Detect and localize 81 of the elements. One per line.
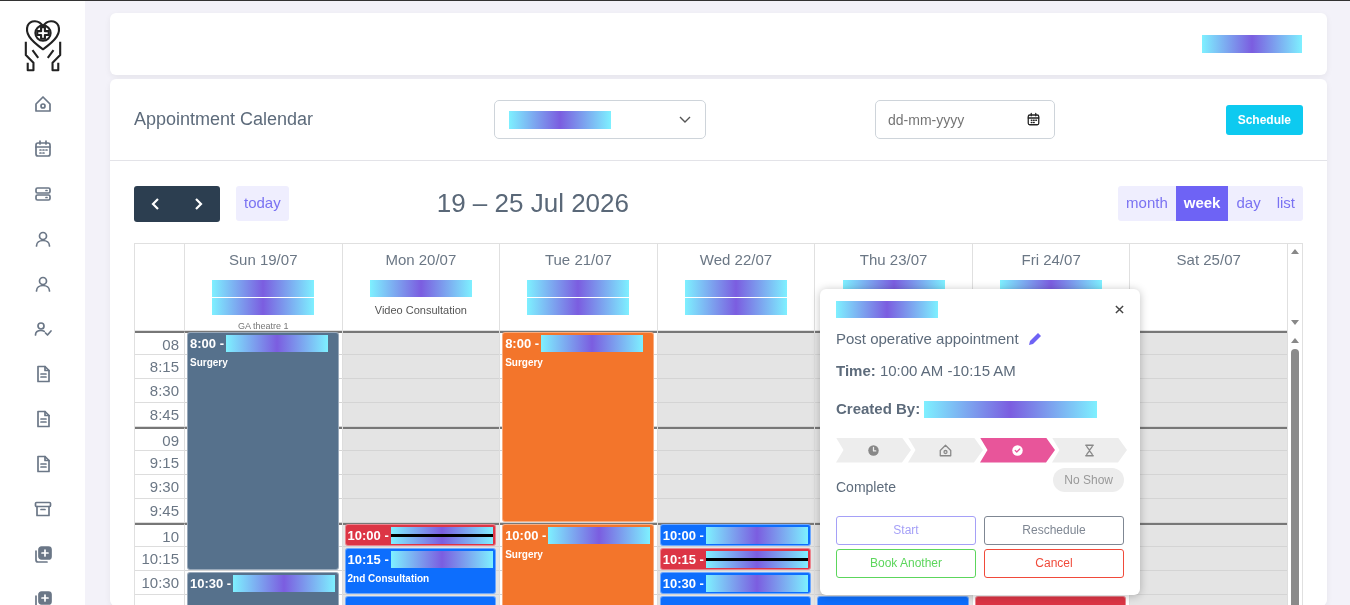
appointment-event[interactable]: 10:00 - Surgery [502,524,654,605]
view-tab[interactable]: month [1118,186,1176,221]
time-label: 09 [135,427,185,451]
event-type: Surgery [505,547,544,562]
filter-select[interactable] [494,100,706,139]
calendar-icon[interactable] [1026,112,1041,127]
view-tab[interactable]: day [1228,186,1269,221]
appointment-event[interactable]: 10:30 - [659,572,812,594]
time-label: 8:15 [135,355,185,379]
appointment-event[interactable]: 10:30 - [187,572,339,605]
appointment-event[interactable]: 10:00 - [344,524,497,546]
home-icon[interactable] [32,94,53,114]
status-step[interactable] [836,437,911,463]
time-label: 10:30 [135,571,185,595]
view-tab[interactable]: list [1268,186,1303,221]
view-tab[interactable]: week [1175,186,1229,221]
appointment-event[interactable]: 8:00 - Surgery [187,332,339,570]
day-header: Fri 24/07 [1021,250,1081,270]
time-label: 9:15 [135,451,185,475]
page-title: Appointment Calendar [134,108,315,131]
day-header: Wed 22/07 [699,250,773,270]
event-type: 2nd Consultation [347,571,431,586]
chevron-right-icon [193,197,204,212]
hourglass-icon [1082,442,1097,458]
pencil-icon[interactable] [1026,331,1043,348]
event-time: 8:00 - [505,335,540,353]
appointment-event[interactable]: 8:00 - Surgery [502,332,654,522]
created-by-label: Created By: [836,399,921,419]
appointment-event[interactable]: 10:00 - [659,524,812,546]
day-header: Tue 21/07 [544,250,612,270]
book-button[interactable]: Book Another [836,548,976,578]
event-time: 10:15 - [662,551,704,569]
chevron-down-icon [679,115,691,124]
status-step[interactable] [908,437,983,463]
date-field[interactable]: dd-mm-yyyy [875,100,1055,139]
event-time: 10:30 - [190,575,232,593]
user-check-icon[interactable] [32,319,53,339]
appointment-time: Time: 10:00 AM -10:15 AM [836,360,1017,381]
time-label: 9:30 [135,475,185,499]
time-label: 9:45 [135,499,185,523]
event-time: 8:00 - [190,335,224,353]
copy-plus-icon[interactable] [32,589,53,605]
archive-icon[interactable] [32,499,53,519]
time-label: 10 [135,523,185,547]
event-time: 10:00 - [505,527,547,545]
time-label: 10:15 [135,547,185,571]
status-step[interactable] [1052,437,1127,463]
event-time: 10:30 - [662,575,704,593]
appointment-type: Post operative appointment [836,329,1019,349]
start-button[interactable]: Start [836,515,976,545]
schedule-button[interactable]: Schedule [1225,104,1303,135]
day-header: Sun 19/07 [229,250,298,270]
close-icon[interactable] [1115,305,1124,314]
time-label: 8:30 [135,379,185,403]
resource-label: Video Consultation [374,302,467,318]
event-time: 10:00 - [347,527,389,545]
event-type: Surgery [190,355,229,370]
status-label: Complete [836,477,896,497]
day-header: Sat 25/07 [1176,250,1241,270]
no-show-button[interactable]: No Show [1053,467,1124,492]
status-step[interactable] [980,437,1055,463]
chevron-left-icon [150,197,161,212]
check-circle-icon [1010,442,1025,458]
appointment-event[interactable]: 10:15 - 2nd Consultation [344,548,497,594]
time-label: 08 [135,331,185,355]
resource-label: GA theatre 1 [238,319,289,333]
clock-icon [866,442,881,458]
day-header: Mon 20/07 [385,250,457,270]
date-range: 19 – 25 Jul 2026 [436,187,629,220]
home-icon [938,442,953,458]
event-type: Surgery [505,355,544,370]
appointment-event[interactable]: 10:15 - [659,548,812,570]
cancel-button[interactable]: Cancel [984,548,1124,578]
event-time: 10:15 - [347,551,389,569]
reschedule-button[interactable]: Reschedule [984,515,1124,545]
time-label: 8:45 [135,403,185,427]
event-time: 10:00 - [662,527,704,545]
today-button[interactable]: today [236,186,289,221]
server-icon[interactable] [32,184,53,204]
copy-plus-icon[interactable] [32,544,53,564]
day-header: Thu 23/07 [859,250,928,270]
